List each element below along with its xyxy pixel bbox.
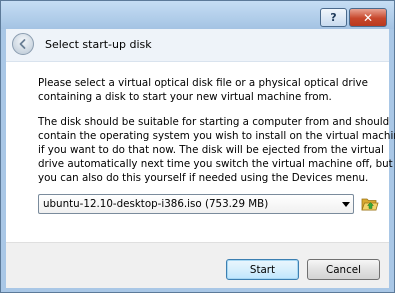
page-title: Select start-up disk (45, 38, 152, 51)
back-button[interactable] (12, 33, 34, 55)
detail-line: contain the operating system you wish to… (38, 130, 395, 142)
back-arrow-icon (19, 39, 26, 49)
close-button[interactable]: ✕ (349, 8, 387, 27)
disk-select-value: ubuntu-12.10-desktop-i386.iso (753.29 MB… (43, 198, 269, 210)
help-icon: ? (330, 11, 337, 24)
wizard-content: Please select a virtual optical disk fil… (6, 62, 395, 242)
intro-line: Please select a virtual optical disk fil… (38, 77, 368, 89)
chevron-down-icon (342, 201, 350, 207)
dropdown-button[interactable] (339, 195, 353, 213)
intro-text: Please select a virtual optical disk fil… (38, 76, 383, 104)
dialog-window: ? ✕ Select start-up disk Please select a… (0, 0, 395, 293)
title-bar[interactable]: ? ✕ (1, 1, 394, 29)
button-bar: Start Cancel (6, 242, 389, 288)
close-icon: ✕ (362, 10, 374, 25)
cancel-button[interactable]: Cancel (307, 259, 380, 280)
disk-select[interactable]: ubuntu-12.10-desktop-i386.iso (753.29 MB… (38, 194, 354, 214)
detail-line: drive automatically next time you switch… (38, 158, 393, 170)
intro-line: containing a disk to start your new virt… (38, 91, 332, 103)
title-bar-buttons: ? ✕ (320, 8, 387, 27)
detail-line: The disk should be suitable for starting… (38, 116, 390, 128)
folder-open-icon (361, 198, 379, 211)
wizard-header: Select start-up disk (6, 29, 389, 62)
help-button[interactable]: ? (320, 8, 347, 27)
detail-line: if you want to do that now. The disk wil… (38, 144, 384, 156)
start-button[interactable]: Start (226, 259, 299, 280)
detail-line: you can also do this yourself if needed … (38, 172, 369, 184)
choose-disk-file-button[interactable] (361, 195, 379, 212)
detail-text: The disk should be suitable for starting… (38, 115, 395, 185)
